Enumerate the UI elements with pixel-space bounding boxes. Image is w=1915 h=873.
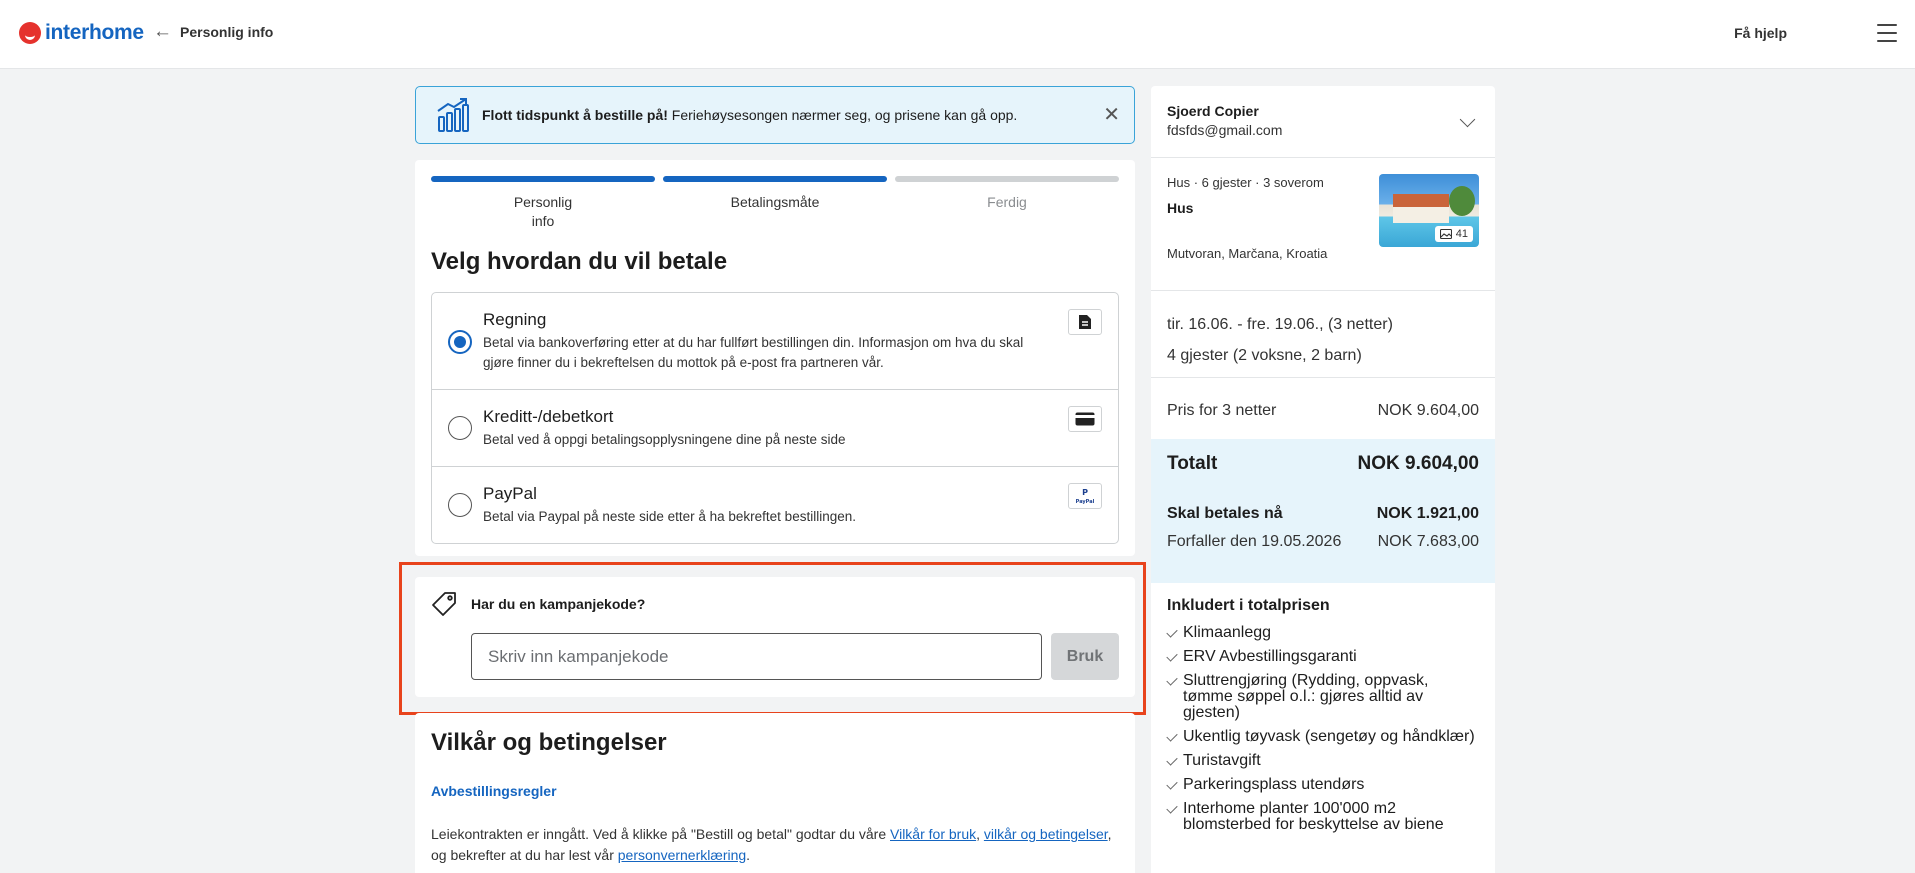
menu-icon[interactable] (1877, 24, 1897, 42)
chart-up-icon (437, 98, 469, 132)
radio-paypal[interactable] (448, 493, 472, 517)
photo-count-badge: 41 (1434, 226, 1473, 242)
included-item: Parkeringsplass utendørs (1166, 777, 1479, 793)
house-location: Mutvoran, Marčana, Kroatia (1167, 246, 1328, 261)
option-desc: Betal via bankoverføring etter at du har… (483, 335, 1024, 370)
house-summary: Hus · 6 gjester · 3 soverom Hus Mutvoran… (1151, 158, 1495, 291)
image-icon (1439, 229, 1452, 239)
stay-dates: tir. 16.06. - fre. 19.06., (3 netter) (1167, 316, 1393, 333)
close-icon[interactable]: ✕ (1103, 105, 1120, 125)
payment-card: Personlig info Betalingsmåte Ferdig Velg… (415, 160, 1135, 556)
total-value: NOK 9.604,00 (1357, 453, 1479, 474)
document-icon (1068, 309, 1102, 335)
price-value: NOK 9.604,00 (1377, 402, 1479, 419)
step-personal-info: Personlig info (431, 176, 655, 231)
help-link[interactable]: Få hjelp (1734, 25, 1787, 41)
included-item: Turistavgift (1166, 753, 1479, 769)
check-icon (1166, 730, 1178, 742)
included-item: Sluttrengjøring (Rydding, oppvask, tømme… (1166, 673, 1479, 721)
back-button[interactable]: ← Personlig info (153, 21, 274, 42)
interhome-logo[interactable]: interhome (19, 21, 144, 45)
promo-label: Har du en kampanjekode? (471, 596, 646, 612)
logo-text: interhome (45, 21, 144, 44)
option-title: Kreditt-/debetkort (483, 407, 614, 426)
house-photo[interactable]: 41 (1379, 174, 1479, 247)
cancellation-rules-link[interactable]: Avbestillingsregler (431, 783, 557, 799)
booking-summary: Sjoerd Copier fdsfds@gmail.com Hus · 6 g… (1151, 86, 1495, 873)
option-title: Regning (483, 310, 547, 329)
due-value: NOK 7.683,00 (1377, 533, 1479, 550)
included-item: Klimaanlegg (1166, 625, 1479, 641)
option-desc: Betal via Paypal på neste side etter å h… (483, 509, 856, 524)
check-icon (1166, 674, 1178, 686)
step-payment-method: Betalingsmåte (663, 176, 887, 212)
user-name: Sjoerd Copier (1167, 103, 1259, 119)
svg-text:P: P (1082, 488, 1088, 497)
back-label: Personlig info (180, 24, 274, 40)
user-email: fdsfds@gmail.com (1167, 122, 1283, 138)
terms-of-use-link[interactable]: Vilkår for bruk (890, 826, 976, 842)
user-summary[interactable]: Sjoerd Copier fdsfds@gmail.com (1151, 86, 1495, 158)
banner-text: Flott tidspunkt å bestille på! Feriehøys… (482, 107, 1018, 123)
tag-icon (432, 592, 456, 616)
check-icon (1166, 802, 1178, 814)
price-label: Pris for 3 netter (1167, 402, 1277, 419)
total-section: Totalt NOK 9.604,00 Skal betales nå NOK … (1151, 439, 1495, 583)
apply-promo-button[interactable]: Bruk (1051, 633, 1119, 680)
check-icon (1166, 754, 1178, 766)
terms-conditions-link[interactable]: vilkår og betingelser (984, 826, 1108, 842)
terms-card: Vilkår og betingelser Avbestillingsregle… (415, 713, 1135, 873)
payment-option-card[interactable]: Kreditt-/debetkort Betal ved å oppgi bet… (432, 390, 1118, 467)
check-icon (1166, 626, 1178, 638)
terms-text: Leiekontrakten er inngått. Ved å klikke … (431, 826, 1112, 863)
svg-text:PayPal: PayPal (1076, 499, 1095, 505)
booking-timing-banner: Flott tidspunkt å bestille på! Feriehøys… (415, 86, 1135, 144)
check-icon (1166, 650, 1178, 662)
included-item: Ukentlig tøyvask (sengetøy og håndklær) (1166, 729, 1479, 745)
pay-now-label: Skal betales nå (1167, 505, 1283, 522)
privacy-link[interactable]: personvernerklæring (618, 847, 746, 863)
check-icon (1166, 778, 1178, 790)
step-done: Ferdig (895, 176, 1119, 212)
payment-option-paypal[interactable]: PayPal Betal via Paypal på neste side et… (432, 467, 1118, 543)
stay-details: tir. 16.06. - fre. 19.06., (3 netter) 4 … (1151, 291, 1495, 378)
total-label: Totalt (1167, 453, 1218, 474)
option-title: PayPal (483, 484, 537, 503)
terms-title: Vilkår og betingelser (431, 729, 667, 756)
option-desc: Betal ved å oppgi betalingsopplysningene… (483, 432, 846, 447)
price-row: Pris for 3 netter NOK 9.604,00 (1151, 378, 1495, 439)
logo-icon (19, 22, 41, 44)
payment-title: Velg hvordan du vil betale (431, 248, 728, 275)
arrow-left-icon: ← (153, 21, 172, 42)
included-section: Inkludert i totalprisen Klimaanlegg ERV … (1151, 583, 1495, 855)
pay-now-value: NOK 1.921,00 (1376, 505, 1479, 522)
top-bar: interhome ← Personlig info Få hjelp (0, 0, 1915, 69)
radio-invoice[interactable] (448, 330, 472, 354)
stay-guests: 4 gjester (2 voksne, 2 barn) (1167, 347, 1362, 364)
included-item: Interhome planter 100'000 m2 blomsterbed… (1166, 801, 1479, 833)
due-label: Forfaller den 19.05.2026 (1167, 533, 1342, 550)
radio-card[interactable] (448, 416, 472, 440)
card-icon (1068, 406, 1102, 432)
promo-card: Har du en kampanjekode? Bruk (415, 577, 1135, 697)
payment-option-invoice[interactable]: Regning Betal via bankoverføring etter a… (432, 293, 1118, 390)
included-title: Inkludert i totalprisen (1167, 597, 1330, 614)
promo-code-input[interactable] (471, 633, 1042, 680)
paypal-icon: P PayPal (1068, 483, 1102, 509)
payment-options: Regning Betal via bankoverføring etter a… (431, 292, 1119, 544)
included-item: ERV Avbestillingsgaranti (1166, 649, 1479, 665)
